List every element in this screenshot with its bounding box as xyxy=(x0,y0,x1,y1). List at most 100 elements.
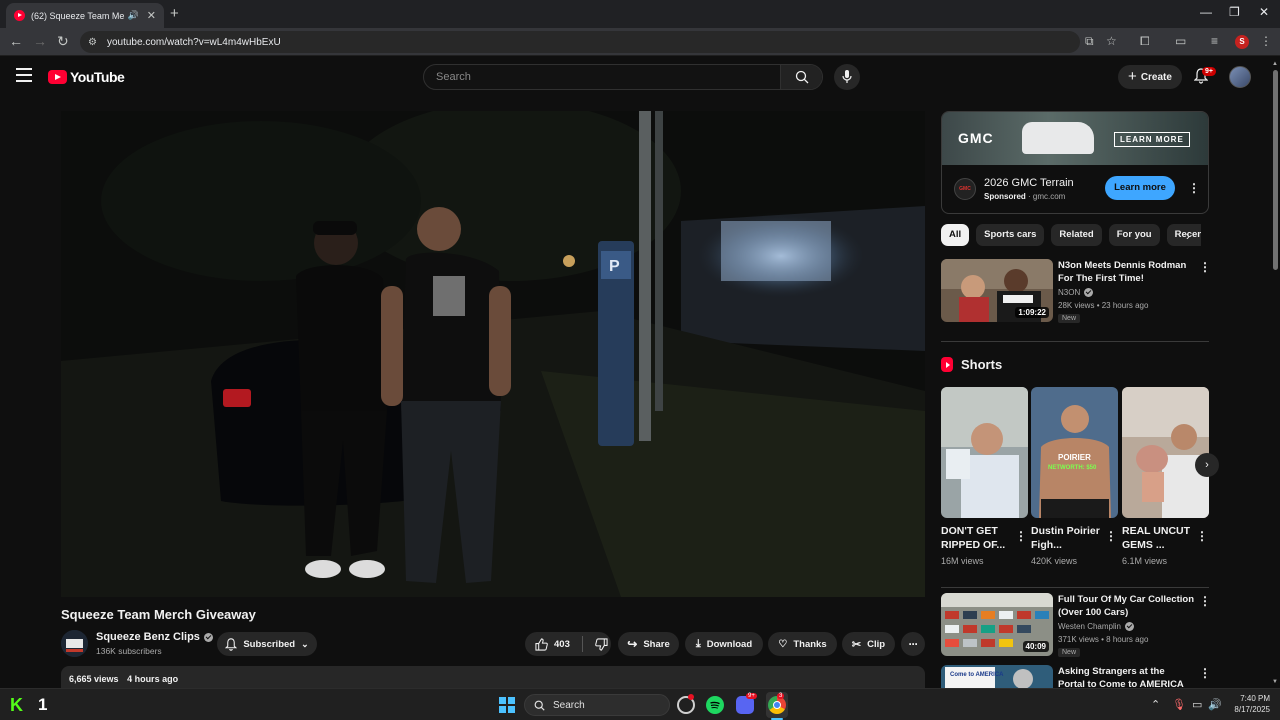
bookmark-star-icon[interactable]: ☆ xyxy=(1106,34,1117,48)
ad-more-icon[interactable]: ⋮ xyxy=(1188,182,1200,194)
omnibox[interactable]: ⚙ youtube.com/watch?v=wL4m4wHbExU xyxy=(80,31,1080,53)
audio-playing-icon[interactable]: 🔊 xyxy=(128,10,139,21)
recommended-video[interactable]: Come to AMERICA Asking Strangers at the … xyxy=(941,665,1209,688)
chip-all[interactable]: All xyxy=(941,224,970,246)
video-title[interactable]: Full Tour Of My Car Collection (Over 100… xyxy=(1058,593,1194,619)
video-player[interactable]: P xyxy=(61,111,925,597)
channel-name[interactable]: Squeeze Benz Clips xyxy=(96,631,213,643)
video-title[interactable]: N3on Meets Dennis Rodman For The First T… xyxy=(1058,259,1194,285)
system-clock[interactable]: 7:40 PM 8/17/2025 xyxy=(1226,693,1270,715)
menu-icon[interactable] xyxy=(16,68,32,82)
thumbs-down-icon[interactable] xyxy=(595,637,608,651)
channel-name[interactable]: N3ON xyxy=(1058,288,1080,297)
chip-recently-uploaded[interactable]: Recently uploaded xyxy=(1166,224,1201,246)
more-actions-button[interactable]: ··· xyxy=(901,632,925,656)
extensions-icon[interactable]: ⧠ xyxy=(1140,34,1150,49)
video-title[interactable]: Asking Strangers at the Portal to Come t… xyxy=(1058,665,1194,688)
youtube-logo[interactable]: YouTube xyxy=(48,69,125,85)
thanks-button[interactable]: ♡ Thanks xyxy=(768,632,837,656)
subscribed-button[interactable]: Subscribed ⌄ xyxy=(217,632,317,656)
windows-start-icon[interactable] xyxy=(499,697,515,713)
chip-sports-cars[interactable]: Sports cars xyxy=(976,224,1045,246)
browser-profile-avatar[interactable]: S xyxy=(1235,35,1249,49)
volume-icon[interactable]: 🔊 xyxy=(1208,698,1222,711)
kick-icon[interactable]: K xyxy=(10,695,23,716)
channel-avatar[interactable] xyxy=(61,630,88,657)
scrollbar-thumb[interactable] xyxy=(1273,70,1278,270)
site-info-icon[interactable]: ⚙ xyxy=(88,37,97,48)
channel-name-text[interactable]: Squeeze Benz Clips xyxy=(96,631,200,643)
video-thumbnail[interactable]: 1:09:22 xyxy=(941,259,1053,322)
voice-search-button[interactable] xyxy=(834,64,860,90)
youtube-play-logo-icon xyxy=(48,70,67,84)
minimize-icon[interactable]: — xyxy=(1200,5,1212,19)
chrome-menu-icon[interactable]: ⋮ xyxy=(1260,34,1272,48)
verified-badge-icon xyxy=(1125,622,1134,631)
scroll-down-icon[interactable]: ▼ xyxy=(1272,679,1278,685)
media-controls-icon[interactable]: ≡ xyxy=(1211,34,1218,48)
thanks-label: Thanks xyxy=(793,638,827,650)
short-item[interactable]: DON'T GET RIPPED OF... 16M views ⋮ xyxy=(941,387,1028,566)
ad-banner-image[interactable]: GMC LEARN MORE xyxy=(942,112,1208,165)
chrome-icon[interactable] xyxy=(768,696,786,714)
sponsored-ad[interactable]: GMC LEARN MORE GMC 2026 GMC Terrain Spon… xyxy=(941,111,1209,214)
channel-name[interactable]: Westen Champlin xyxy=(1058,622,1121,631)
short-thumbnail[interactable] xyxy=(1122,387,1209,518)
video-more-icon[interactable]: ⋮ xyxy=(1199,261,1211,273)
channel-line[interactable]: N3ON xyxy=(1058,288,1094,297)
gmc-logo-icon: GMC xyxy=(954,178,976,200)
spotify-icon[interactable] xyxy=(706,696,724,714)
network-icon[interactable]: ▭ xyxy=(1192,698,1202,711)
url-text[interactable]: youtube.com/watch?v=wL4m4wHbExU xyxy=(107,37,281,48)
learn-more-button[interactable]: Learn more xyxy=(1105,176,1175,200)
chevron-right-icon[interactable]: › xyxy=(1186,229,1190,243)
short-thumbnail[interactable]: POIRIER NETWORTH: $50 xyxy=(1031,387,1118,518)
tray-overflow-icon[interactable]: ⌃ xyxy=(1151,698,1160,711)
short-more-icon[interactable]: ⋮ xyxy=(1105,530,1117,542)
channel-line[interactable]: Westen Champlin xyxy=(1058,622,1134,631)
microphone-in-use-icon[interactable]: 🎙 xyxy=(1172,698,1186,711)
account-avatar[interactable] xyxy=(1229,66,1251,88)
download-button[interactable]: ⤓ Download xyxy=(685,632,763,656)
back-icon[interactable]: ← xyxy=(9,33,23,49)
page-scrollbar[interactable] xyxy=(1271,60,1280,688)
reload-icon[interactable]: ↻ xyxy=(57,33,69,50)
short-title[interactable]: Dustin Poirier Figh... xyxy=(1031,524,1103,552)
short-thumbnail[interactable] xyxy=(941,387,1028,518)
spotify-waves-icon xyxy=(710,701,720,709)
short-title[interactable]: REAL UNCUT GEMS ... xyxy=(1122,524,1194,552)
close-window-icon[interactable]: ✕ xyxy=(1259,5,1269,19)
restore-icon[interactable]: ❐ xyxy=(1229,5,1240,19)
recommended-video[interactable]: 40:09 Full Tour Of My Car Collection (Ov… xyxy=(941,593,1211,657)
clip-button[interactable]: ✂ Clip xyxy=(842,632,895,656)
search-input[interactable] xyxy=(424,65,780,89)
sidebar-icon[interactable]: ▭ xyxy=(1175,34,1186,48)
short-thumbnail-image xyxy=(1122,387,1209,518)
video-thumbnail[interactable]: 40:09 xyxy=(941,593,1053,656)
like-button[interactable]: 403 xyxy=(535,637,570,651)
create-button[interactable]: + Create xyxy=(1118,65,1182,89)
scroll-up-icon[interactable]: ▲ xyxy=(1272,61,1278,67)
verified-badge-icon xyxy=(203,632,213,642)
new-tab-icon[interactable]: + xyxy=(170,5,179,22)
short-item[interactable]: REAL UNCUT GEMS ... 6.1M views ⋮ xyxy=(1122,387,1209,566)
video-more-icon[interactable]: ⋮ xyxy=(1199,667,1209,679)
video-more-icon[interactable]: ⋮ xyxy=(1199,595,1211,607)
install-app-icon[interactable]: ⧉ xyxy=(1085,34,1094,49)
share-button[interactable]: ↪ Share xyxy=(618,632,679,656)
chip-related[interactable]: Related xyxy=(1051,224,1102,246)
forward-icon[interactable]: → xyxy=(33,33,47,49)
short-more-icon[interactable]: ⋮ xyxy=(1196,530,1208,542)
search-button[interactable] xyxy=(780,65,822,89)
taskbar-search[interactable]: Search xyxy=(524,694,670,716)
video-thumbnail[interactable]: Come to AMERICA xyxy=(941,665,1053,688)
chip-for-you[interactable]: For you xyxy=(1108,224,1160,246)
ad-banner-cta: LEARN MORE xyxy=(1114,132,1190,147)
short-more-icon[interactable]: ⋮ xyxy=(1015,530,1027,542)
short-item[interactable]: POIRIER NETWORTH: $50 Dustin Poirier Fig… xyxy=(1031,387,1118,566)
short-title[interactable]: DON'T GET RIPPED OF... xyxy=(941,524,1013,552)
browser-tab[interactable]: (62) Squeeze Team Merch G 🔊 ✕ xyxy=(6,3,164,28)
close-tab-icon[interactable]: ✕ xyxy=(147,9,156,22)
recommended-video[interactable]: 1:09:22 N3on Meets Dennis Rodman For The… xyxy=(941,259,1211,323)
shorts-next-arrow-icon[interactable]: › xyxy=(1195,453,1219,477)
